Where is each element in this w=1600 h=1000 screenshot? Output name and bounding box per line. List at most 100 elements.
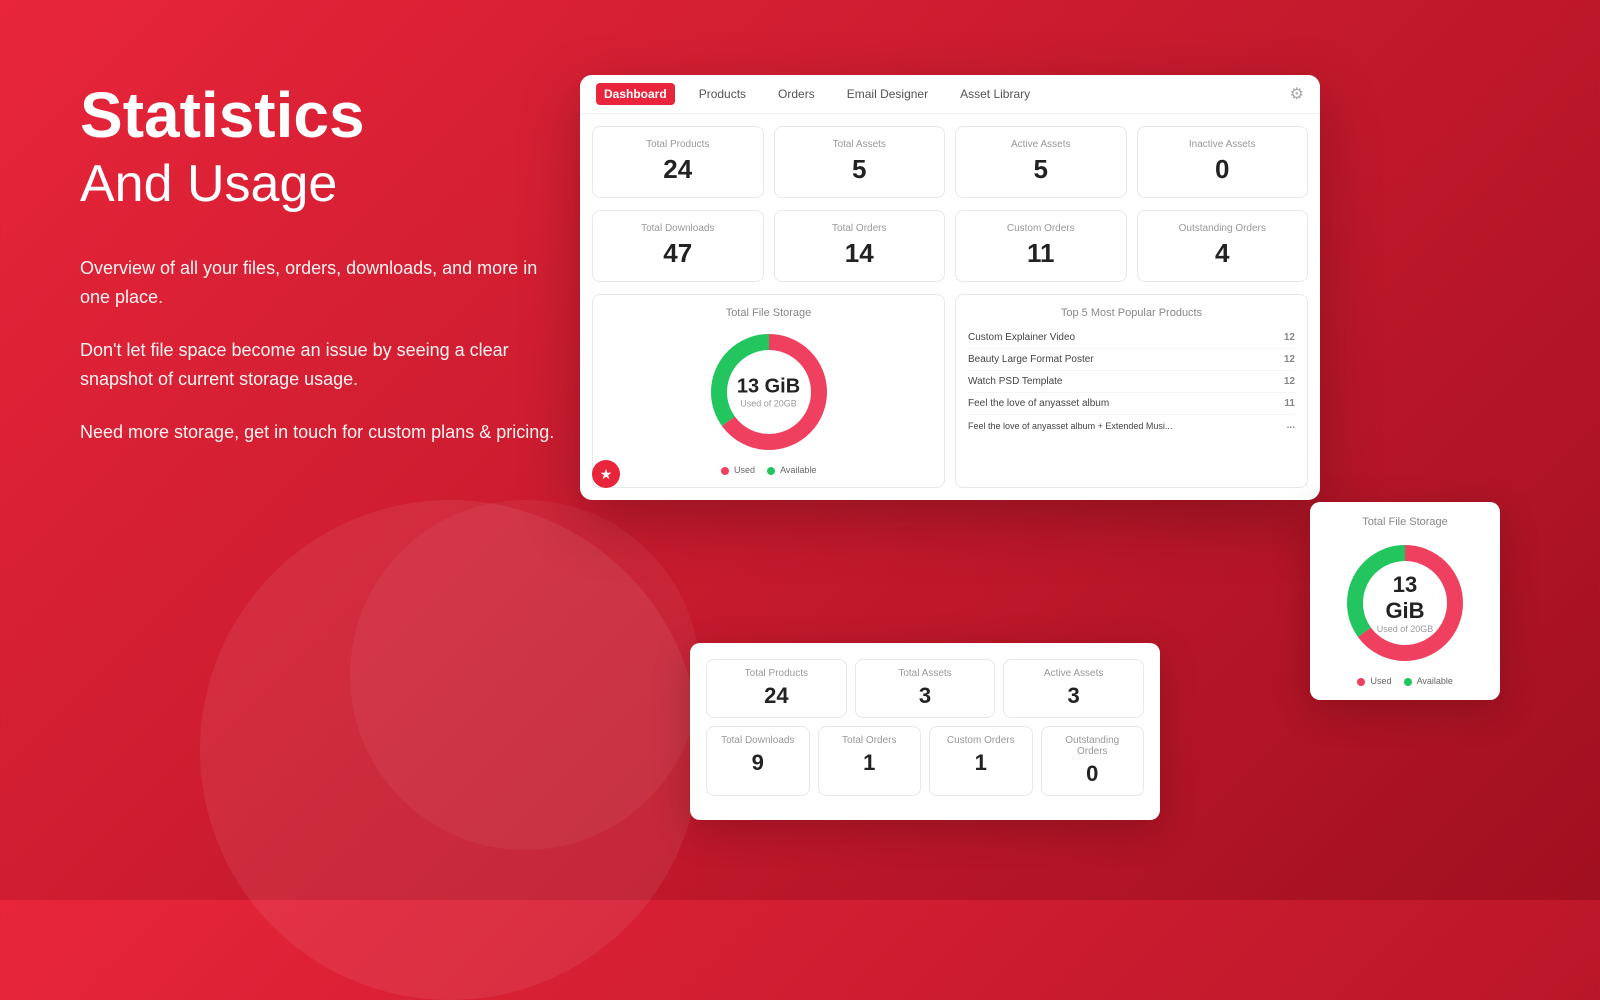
product-count-2: 12 (1284, 354, 1295, 365)
product-name-5: Feel the love of anyasset album + Extend… (968, 421, 1172, 431)
stat-total-downloads: Total Downloads 47 (592, 210, 764, 282)
nav-products[interactable]: Products (691, 83, 754, 105)
sec-value-outstanding-orders: 0 (1054, 761, 1132, 787)
stat-total-orders-label: Total Orders (791, 223, 929, 234)
gear-icon[interactable]: ⚙ (1290, 84, 1304, 104)
stat-total-products-value: 24 (609, 154, 747, 185)
sec-label-total-products: Total Products (719, 668, 834, 679)
bottom-section: Total File Storage 13 GiB Used of 20GB (580, 294, 1320, 500)
nav-asset-library[interactable]: Asset Library (952, 83, 1038, 105)
donut-center: 13 GiB Used of 20GB (737, 376, 800, 409)
sec-stat-total-assets: Total Assets 3 (855, 659, 996, 718)
floating-storage-legend: Used Available (1324, 676, 1486, 686)
stat-custom-orders-label: Custom Orders (972, 223, 1110, 234)
sec-value-total-orders: 1 (831, 750, 909, 776)
floating-used-dot (1357, 678, 1365, 686)
left-panel: Statistics And Usage Overview of all you… (80, 80, 560, 470)
stat-total-assets-value: 5 (791, 154, 929, 185)
dashboard-window: Dashboard Products Orders Email Designer… (580, 75, 1320, 500)
secondary-stats-row-2: Total Downloads 9 Total Orders 1 Custom … (706, 726, 1144, 796)
stat-inactive-assets: Inactive Assets 0 (1137, 126, 1309, 198)
stat-total-orders-value: 14 (791, 238, 929, 269)
stat-inactive-assets-value: 0 (1154, 154, 1292, 185)
floating-available-dot (1404, 678, 1412, 686)
nav-dashboard[interactable]: Dashboard (596, 83, 675, 105)
popular-products-card: Top 5 Most Popular Products Custom Expla… (955, 294, 1308, 488)
nav-bar: Dashboard Products Orders Email Designer… (580, 75, 1320, 114)
product-row-5: Feel the love of anyasset album + Extend… (968, 415, 1295, 436)
stat-outstanding-orders: Outstanding Orders 4 (1137, 210, 1309, 282)
stats-row-1: Total Products 24 Total Assets 5 Active … (580, 114, 1320, 210)
stat-outstanding-orders-label: Outstanding Orders (1154, 223, 1292, 234)
sec-value-total-downloads: 9 (719, 750, 797, 776)
stat-active-assets: Active Assets 5 (955, 126, 1127, 198)
floating-storage-card: Total File Storage 13 GiB Used of 20GB U… (1310, 502, 1500, 700)
floating-donut-chart: 13 GiB Used of 20GB (1340, 538, 1470, 668)
nav-email-designer[interactable]: Email Designer (839, 83, 936, 105)
sec-label-outstanding-orders: Outstanding Orders (1054, 735, 1132, 757)
product-name-3: Watch PSD Template (968, 376, 1062, 387)
secondary-stats-card: Total Products 24 Total Assets 3 Active … (690, 643, 1160, 820)
popular-products-title: Top 5 Most Popular Products (968, 307, 1295, 319)
stat-total-products-label: Total Products (609, 139, 747, 150)
stat-total-downloads-label: Total Downloads (609, 223, 747, 234)
bg-circle-2 (350, 500, 700, 850)
stat-total-orders: Total Orders 14 (774, 210, 946, 282)
product-count-1: 12 (1284, 332, 1295, 343)
floating-legend-used: Used (1357, 676, 1392, 686)
sec-stat-total-orders: Total Orders 1 (818, 726, 922, 796)
sec-stat-active-assets: Active Assets 3 (1003, 659, 1144, 718)
stat-active-assets-label: Active Assets (972, 139, 1110, 150)
storage-used-sub: Used of 20GB (737, 399, 800, 409)
product-row-1: Custom Explainer Video 12 (968, 327, 1295, 349)
star-button[interactable]: ★ (592, 460, 620, 488)
sec-label-total-assets: Total Assets (868, 668, 983, 679)
stat-active-assets-value: 5 (972, 154, 1110, 185)
description-2: Don't let file space become an issue by … (80, 336, 560, 394)
description-1: Overview of all your files, orders, down… (80, 254, 560, 312)
nav-orders[interactable]: Orders (770, 83, 823, 105)
sec-label-custom-orders: Custom Orders (942, 735, 1020, 746)
legend-available: Available (767, 465, 816, 475)
stat-inactive-assets-label: Inactive Assets (1154, 139, 1292, 150)
description-3: Need more storage, get in touch for cust… (80, 418, 560, 447)
product-name-4: Feel the love of anyasset album (968, 398, 1109, 409)
product-row-4: Feel the love of anyasset album 11 (968, 393, 1295, 415)
product-name-2: Beauty Large Format Poster (968, 354, 1094, 365)
sec-value-active-assets: 3 (1016, 683, 1131, 709)
storage-card: Total File Storage 13 GiB Used of 20GB (592, 294, 945, 488)
stat-outstanding-orders-value: 4 (1154, 238, 1292, 269)
stat-total-assets: Total Assets 5 (774, 126, 946, 198)
legend-used: Used (721, 465, 756, 475)
donut-chart: 13 GiB Used of 20GB (704, 327, 834, 457)
stat-total-products: Total Products 24 (592, 126, 764, 198)
product-row-2: Beauty Large Format Poster 12 (968, 349, 1295, 371)
product-row-3: Watch PSD Template 12 (968, 371, 1295, 393)
product-count-5: ... (1287, 420, 1295, 431)
floating-donut-center: 13 GiB Used of 20GB (1373, 572, 1438, 634)
floating-storage-used-sub: Used of 20GB (1373, 624, 1438, 634)
storage-used-label: 13 GiB (737, 376, 800, 399)
product-count-3: 12 (1284, 376, 1295, 387)
stat-custom-orders-value: 11 (972, 238, 1110, 269)
product-count-4: 11 (1284, 398, 1295, 409)
floating-storage-title: Total File Storage (1324, 516, 1486, 528)
used-dot (721, 467, 729, 475)
sec-label-total-downloads: Total Downloads (719, 735, 797, 746)
available-dot (767, 467, 775, 475)
stat-total-assets-label: Total Assets (791, 139, 929, 150)
storage-legend: Used Available (605, 465, 932, 475)
secondary-stats-row-1: Total Products 24 Total Assets 3 Active … (706, 659, 1144, 718)
stats-row-2: Total Downloads 47 Total Orders 14 Custo… (580, 210, 1320, 294)
sec-stat-total-products: Total Products 24 (706, 659, 847, 718)
floating-storage-used-label: 13 GiB (1373, 572, 1438, 624)
sec-label-total-orders: Total Orders (831, 735, 909, 746)
sec-stat-total-downloads: Total Downloads 9 (706, 726, 810, 796)
stat-custom-orders: Custom Orders 11 (955, 210, 1127, 282)
sec-value-total-products: 24 (719, 683, 834, 709)
sec-label-active-assets: Active Assets (1016, 668, 1131, 679)
product-name-1: Custom Explainer Video (968, 332, 1075, 343)
floating-legend-available: Available (1404, 676, 1453, 686)
stat-total-downloads-value: 47 (609, 238, 747, 269)
sec-stat-custom-orders: Custom Orders 1 (929, 726, 1033, 796)
